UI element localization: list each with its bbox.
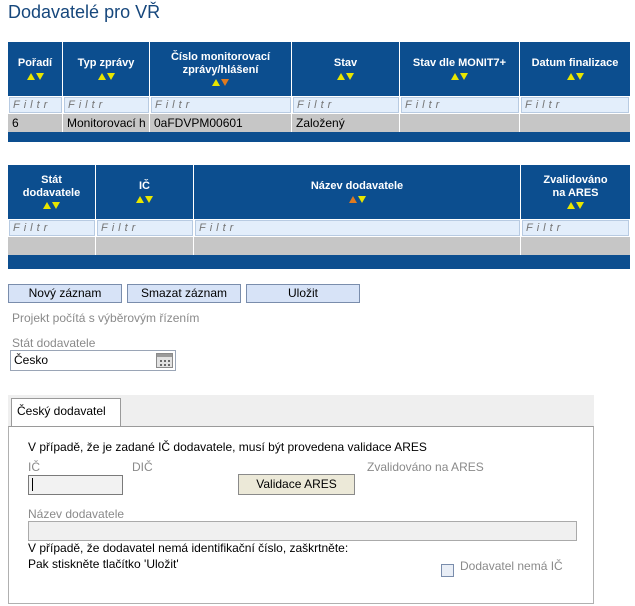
tab-panel: V případě, že je zadané IČ dodavatele, m…	[8, 426, 594, 604]
cell-ares	[521, 237, 630, 255]
filter-input[interactable]	[522, 220, 629, 236]
filter-input[interactable]	[97, 220, 193, 236]
calendar-picker-icon[interactable]	[156, 353, 173, 368]
reports-grid: Pořadí Typ zprávy Číslo monitorovací zpr…	[8, 42, 630, 142]
new-record-button[interactable]: Nový záznam	[8, 284, 122, 303]
validated-label: Zvalidováno na ARES	[367, 460, 484, 474]
page-title: Dodavatelé pro VŘ	[8, 2, 161, 22]
col-header-nazev[interactable]: Název dodavatele	[194, 165, 521, 219]
col-header-ares[interactable]: Zvalidováno na ARES	[521, 165, 630, 219]
cell-typ: Monitorovací h	[63, 114, 150, 132]
sort-asc-icon[interactable]	[212, 79, 220, 86]
col-header-datum[interactable]: Datum finalizace	[520, 42, 630, 96]
cell-poradi: 6	[8, 114, 63, 132]
sort-desc-icon[interactable]	[52, 202, 60, 209]
sort-desc-icon[interactable]	[460, 72, 468, 80]
col-header-stav[interactable]: Stav	[292, 42, 400, 96]
cell-stav-monit	[400, 114, 520, 132]
filter-input[interactable]	[401, 97, 519, 113]
table-row[interactable]: 6 Monitorovací h 0aFDVPM00601 Založený	[8, 114, 630, 132]
sort-desc-icon[interactable]	[145, 195, 153, 203]
sort-asc-icon[interactable]	[567, 202, 575, 209]
suppliers-grid: Stát dodavatele IČ Název dodavatele Zval…	[8, 165, 630, 269]
supplier-name-input[interactable]	[28, 521, 577, 541]
filter-input[interactable]	[151, 97, 291, 113]
grid-footer	[8, 255, 630, 269]
filter-input[interactable]	[9, 220, 95, 236]
project-note: Projekt počítá s výběrovým řízením	[12, 311, 200, 325]
name-label: Název dodavatele	[28, 507, 125, 521]
col-header-stat[interactable]: Stát dodavatele	[8, 165, 96, 219]
cell-stat	[8, 237, 96, 255]
grid-footer	[8, 132, 630, 142]
filter-input[interactable]	[293, 97, 399, 113]
sort-desc-icon[interactable]	[576, 202, 584, 209]
sort-asc-icon[interactable]	[566, 72, 575, 80]
ares-note: V případě, že je zadané IČ dodavatele, m…	[28, 440, 427, 454]
sort-desc-icon[interactable]	[106, 72, 115, 80]
filter-input[interactable]	[64, 97, 149, 113]
filter-input[interactable]	[195, 220, 520, 236]
sort-desc-icon[interactable]	[357, 195, 366, 203]
no-ic-checkbox[interactable]	[441, 564, 454, 577]
tab-bar: Český dodavatel	[8, 395, 594, 428]
ic-label: IČ	[28, 460, 40, 474]
cell-nazev	[194, 237, 521, 255]
filter-input[interactable]	[9, 97, 62, 113]
no-ic-checkbox-label[interactable]: Dodavatel nemá IČ	[460, 559, 563, 573]
sort-desc-icon[interactable]	[35, 72, 44, 80]
cell-stav: Založený	[292, 114, 400, 132]
ic-input[interactable]	[28, 475, 123, 495]
grid-header: Stát dodavatele IČ Název dodavatele Zval…	[8, 165, 630, 219]
cell-ic	[96, 237, 194, 255]
col-header-ic[interactable]: IČ	[96, 165, 194, 219]
sort-asc-icon[interactable]	[26, 72, 35, 80]
sort-asc-icon[interactable]	[136, 195, 144, 203]
filter-row	[8, 219, 630, 237]
sort-desc-icon[interactable]	[346, 72, 354, 80]
dic-label: DIČ	[132, 460, 153, 474]
sort-desc-icon[interactable]	[221, 79, 229, 86]
country-label: Stát dodavatele	[12, 336, 96, 350]
sort-asc-icon[interactable]	[337, 72, 345, 80]
text-cursor	[32, 478, 33, 491]
sort-asc-icon[interactable]	[43, 202, 51, 209]
sort-desc-icon[interactable]	[575, 72, 584, 80]
country-value: Česko	[14, 353, 49, 367]
sort-asc-icon[interactable]	[451, 72, 459, 80]
col-header-poradi[interactable]: Pořadí	[8, 42, 63, 96]
validate-ares-button[interactable]: Validace ARES	[238, 474, 355, 495]
cell-cislo: 0aFDVPM00601	[150, 114, 292, 132]
col-header-stav-monit[interactable]: Stav dle MONIT7+	[400, 42, 520, 96]
country-select[interactable]: Česko	[10, 350, 176, 371]
filter-input[interactable]	[521, 97, 629, 113]
save-button[interactable]: Uložit	[246, 284, 360, 303]
table-row[interactable]	[8, 237, 630, 255]
cell-datum	[520, 114, 630, 132]
col-header-cislo[interactable]: Číslo monitorovací zprávy/hlášení	[150, 42, 292, 96]
col-header-typ[interactable]: Typ zprávy	[63, 42, 150, 96]
no-ic-note: V případě, že dodavatel nemá identifikač…	[28, 541, 349, 555]
save-instruction: Pak stiskněte tlačítko 'Uložit'	[28, 557, 179, 571]
filter-row	[8, 96, 630, 114]
sort-asc-icon[interactable]	[97, 72, 106, 80]
grid-header: Pořadí Typ zprávy Číslo monitorovací zpr…	[8, 42, 630, 96]
delete-record-button[interactable]: Smazat záznam	[127, 284, 241, 303]
tab-cesky-dodavatel[interactable]: Český dodavatel	[11, 398, 121, 428]
sort-asc-icon[interactable]	[348, 195, 357, 203]
